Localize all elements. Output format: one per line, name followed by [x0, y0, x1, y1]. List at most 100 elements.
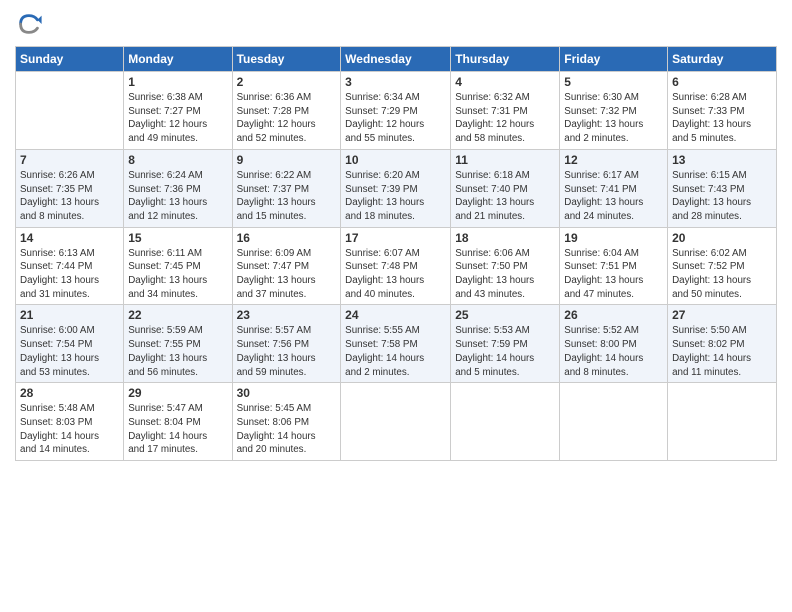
calendar-cell: 12 Sunrise: 6:17 AM Sunset: 7:41 PM Dayli…	[560, 149, 668, 227]
day-number: 1	[128, 75, 227, 89]
day-number: 14	[20, 231, 119, 245]
calendar-cell: 21 Sunrise: 6:00 AM Sunset: 7:54 PM Dayli…	[16, 305, 124, 383]
day-number: 21	[20, 308, 119, 322]
day-number: 4	[455, 75, 555, 89]
weekday-header-friday: Friday	[560, 47, 668, 72]
week-row-4: 21 Sunrise: 6:00 AM Sunset: 7:54 PM Dayli…	[16, 305, 777, 383]
day-info: Sunrise: 6:00 AM Sunset: 7:54 PM Dayligh…	[20, 324, 119, 379]
calendar-cell: 2 Sunrise: 6:36 AM Sunset: 7:28 PM Daylig…	[232, 72, 341, 150]
day-number: 8	[128, 153, 227, 167]
day-number: 29	[128, 386, 227, 400]
day-number: 15	[128, 231, 227, 245]
calendar-cell: 30 Sunrise: 5:45 AM Sunset: 8:06 PM Dayli…	[232, 383, 341, 461]
calendar-cell: 19 Sunrise: 6:04 AM Sunset: 7:51 PM Dayli…	[560, 227, 668, 305]
day-info: Sunrise: 6:07 AM Sunset: 7:48 PM Dayligh…	[345, 247, 446, 302]
weekday-header-tuesday: Tuesday	[232, 47, 341, 72]
day-info: Sunrise: 6:36 AM Sunset: 7:28 PM Dayligh…	[237, 91, 337, 146]
day-number: 24	[345, 308, 446, 322]
logo-icon	[15, 10, 43, 38]
calendar-cell: 28 Sunrise: 5:48 AM Sunset: 8:03 PM Dayli…	[16, 383, 124, 461]
calendar-cell: 29 Sunrise: 5:47 AM Sunset: 8:04 PM Dayli…	[124, 383, 232, 461]
day-info: Sunrise: 5:52 AM Sunset: 8:00 PM Dayligh…	[564, 324, 663, 379]
calendar-cell: 7Sunrise: 6:26 AM Sunset: 7:35 PM Daylig…	[16, 149, 124, 227]
day-number: 12	[564, 153, 663, 167]
day-info: Sunrise: 6:38 AM Sunset: 7:27 PM Dayligh…	[128, 91, 227, 146]
calendar-cell	[451, 383, 560, 461]
day-info: Sunrise: 6:28 AM Sunset: 7:33 PM Dayligh…	[672, 91, 772, 146]
day-info: Sunrise: 6:09 AM Sunset: 7:47 PM Dayligh…	[237, 247, 337, 302]
day-info: Sunrise: 5:48 AM Sunset: 8:03 PM Dayligh…	[20, 402, 119, 457]
calendar-cell: 18Sunrise: 6:06 AM Sunset: 7:50 PM Dayli…	[451, 227, 560, 305]
calendar-cell: 5Sunrise: 6:30 AM Sunset: 7:32 PM Daylig…	[560, 72, 668, 150]
day-info: Sunrise: 6:13 AM Sunset: 7:44 PM Dayligh…	[20, 247, 119, 302]
day-number: 19	[564, 231, 663, 245]
day-number: 18	[455, 231, 555, 245]
calendar-table: SundayMondayTuesdayWednesdayThursdayFrid…	[15, 46, 777, 461]
weekday-header-thursday: Thursday	[451, 47, 560, 72]
calendar-cell: 22Sunrise: 5:59 AM Sunset: 7:55 PM Dayli…	[124, 305, 232, 383]
day-number: 10	[345, 153, 446, 167]
day-number: 5	[564, 75, 663, 89]
day-info: Sunrise: 6:20 AM Sunset: 7:39 PM Dayligh…	[345, 169, 446, 224]
day-info: Sunrise: 5:47 AM Sunset: 8:04 PM Dayligh…	[128, 402, 227, 457]
calendar-cell: 4 Sunrise: 6:32 AM Sunset: 7:31 PM Daylig…	[451, 72, 560, 150]
calendar-cell: 17 Sunrise: 6:07 AM Sunset: 7:48 PM Dayli…	[341, 227, 451, 305]
day-info: Sunrise: 6:22 AM Sunset: 7:37 PM Dayligh…	[237, 169, 337, 224]
calendar-cell: 14 Sunrise: 6:13 AM Sunset: 7:44 PM Dayli…	[16, 227, 124, 305]
day-info: Sunrise: 5:57 AM Sunset: 7:56 PM Dayligh…	[237, 324, 337, 379]
day-number: 3	[345, 75, 446, 89]
day-number: 17	[345, 231, 446, 245]
day-info: Sunrise: 6:24 AM Sunset: 7:36 PM Dayligh…	[128, 169, 227, 224]
day-info: Sunrise: 5:55 AM Sunset: 7:58 PM Dayligh…	[345, 324, 446, 379]
week-row-2: 7Sunrise: 6:26 AM Sunset: 7:35 PM Daylig…	[16, 149, 777, 227]
header	[15, 10, 777, 38]
calendar-cell: 26 Sunrise: 5:52 AM Sunset: 8:00 PM Dayli…	[560, 305, 668, 383]
weekday-header-monday: Monday	[124, 47, 232, 72]
day-number: 27	[672, 308, 772, 322]
day-info: Sunrise: 5:45 AM Sunset: 8:06 PM Dayligh…	[237, 402, 337, 457]
day-number: 23	[237, 308, 337, 322]
day-info: Sunrise: 6:04 AM Sunset: 7:51 PM Dayligh…	[564, 247, 663, 302]
logo	[15, 10, 45, 38]
day-number: 6	[672, 75, 772, 89]
page-container: SundayMondayTuesdayWednesdayThursdayFrid…	[0, 0, 792, 471]
calendar-cell: 1 Sunrise: 6:38 AM Sunset: 7:27 PM Daylig…	[124, 72, 232, 150]
day-number: 30	[237, 386, 337, 400]
day-info: Sunrise: 6:02 AM Sunset: 7:52 PM Dayligh…	[672, 247, 772, 302]
calendar-cell: 15Sunrise: 6:11 AM Sunset: 7:45 PM Dayli…	[124, 227, 232, 305]
day-number: 26	[564, 308, 663, 322]
calendar-cell	[16, 72, 124, 150]
day-number: 25	[455, 308, 555, 322]
day-number: 22	[128, 308, 227, 322]
calendar-cell: 20 Sunrise: 6:02 AM Sunset: 7:52 PM Dayli…	[668, 227, 777, 305]
day-number: 7	[20, 153, 119, 167]
calendar-cell	[668, 383, 777, 461]
calendar-cell: 25 Sunrise: 5:53 AM Sunset: 7:59 PM Dayli…	[451, 305, 560, 383]
weekday-header-wednesday: Wednesday	[341, 47, 451, 72]
week-row-3: 14 Sunrise: 6:13 AM Sunset: 7:44 PM Dayli…	[16, 227, 777, 305]
day-number: 28	[20, 386, 119, 400]
calendar-cell: 10 Sunrise: 6:20 AM Sunset: 7:39 PM Dayli…	[341, 149, 451, 227]
day-info: Sunrise: 5:53 AM Sunset: 7:59 PM Dayligh…	[455, 324, 555, 379]
calendar-cell: 27 Sunrise: 5:50 AM Sunset: 8:02 PM Dayli…	[668, 305, 777, 383]
weekday-header-saturday: Saturday	[668, 47, 777, 72]
weekday-header-row: SundayMondayTuesdayWednesdayThursdayFrid…	[16, 47, 777, 72]
day-number: 2	[237, 75, 337, 89]
calendar-cell: 9 Sunrise: 6:22 AM Sunset: 7:37 PM Daylig…	[232, 149, 341, 227]
weekday-header-sunday: Sunday	[16, 47, 124, 72]
day-info: Sunrise: 6:15 AM Sunset: 7:43 PM Dayligh…	[672, 169, 772, 224]
week-row-1: 1 Sunrise: 6:38 AM Sunset: 7:27 PM Daylig…	[16, 72, 777, 150]
calendar-cell: 13Sunrise: 6:15 AM Sunset: 7:43 PM Dayli…	[668, 149, 777, 227]
calendar-cell: 8 Sunrise: 6:24 AM Sunset: 7:36 PM Daylig…	[124, 149, 232, 227]
day-info: Sunrise: 6:17 AM Sunset: 7:41 PM Dayligh…	[564, 169, 663, 224]
day-info: Sunrise: 6:34 AM Sunset: 7:29 PM Dayligh…	[345, 91, 446, 146]
day-number: 9	[237, 153, 337, 167]
day-info: Sunrise: 5:50 AM Sunset: 8:02 PM Dayligh…	[672, 324, 772, 379]
calendar-cell: 16Sunrise: 6:09 AM Sunset: 7:47 PM Dayli…	[232, 227, 341, 305]
calendar-cell	[560, 383, 668, 461]
calendar-cell: 3 Sunrise: 6:34 AM Sunset: 7:29 PM Daylig…	[341, 72, 451, 150]
day-info: Sunrise: 6:18 AM Sunset: 7:40 PM Dayligh…	[455, 169, 555, 224]
day-info: Sunrise: 6:32 AM Sunset: 7:31 PM Dayligh…	[455, 91, 555, 146]
calendar-cell: 24 Sunrise: 5:55 AM Sunset: 7:58 PM Dayli…	[341, 305, 451, 383]
day-number: 20	[672, 231, 772, 245]
